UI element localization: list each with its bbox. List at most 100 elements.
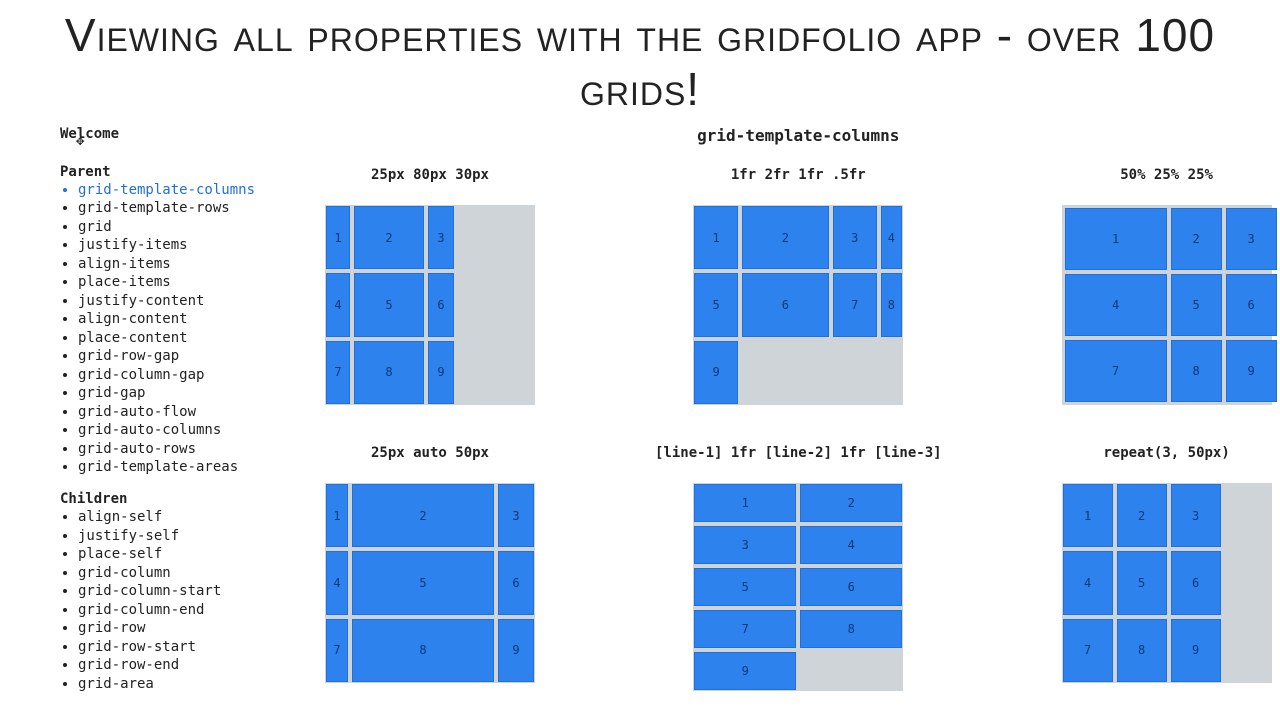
sidebar-item-place-content[interactable]: place-content [78,329,295,348]
grid-cell: 5 [352,551,494,614]
grid-cell: 4 [1065,274,1167,336]
sidebar-item-grid-row-gap[interactable]: grid-row-gap [78,348,295,367]
grid-cell: 4 [800,526,902,564]
sidebar-item-grid-column[interactable]: grid-column [78,564,295,583]
grid-cell: 8 [800,610,902,648]
grid-cell: 4 [326,273,350,336]
example-label: 25px 80px 30px [371,167,489,183]
grid-cell: 3 [1226,208,1277,270]
grid-cell: 6 [1226,274,1277,336]
grid-cell: 1 [694,484,796,522]
grid-cell: 5 [694,273,738,336]
sidebar-item-place-items[interactable]: place-items [78,274,295,293]
example-label: 1fr 2fr 1fr .5fr [731,167,866,183]
main-content: grid-template-columns 25px 80px 30px1234… [295,126,1272,708]
example-label: 50% 25% 25% [1120,167,1213,183]
sidebar-group-parent: Parent [60,164,295,182]
grid-cell: 1 [1063,484,1113,547]
grid-cell: 7 [833,273,877,336]
grid-cell: 1 [1065,208,1167,270]
grid-cell: 6 [1171,551,1221,614]
grid-cell: 3 [428,206,454,269]
sidebar-item-grid-template-rows[interactable]: grid-template-rows [78,200,295,219]
grid-cell: 9 [428,341,454,404]
grid-cell: 7 [694,610,796,648]
example-2: 50% 25% 25% 123456789 [1062,167,1272,405]
grid-cell: 4 [881,206,903,269]
example-0: 25px 80px 30px 123 456 789 [325,167,535,405]
sidebar-welcome[interactable]: Welcome [60,126,295,144]
grid-cell: 2 [1117,484,1167,547]
sidebar-item-align-self[interactable]: align-self [78,509,295,528]
example-3: 25px auto 50px123456789 [325,445,535,691]
sidebar-item-grid-column-end[interactable]: grid-column-end [78,601,295,620]
grid-cell: 1 [694,206,738,269]
grid-cell: 5 [1171,274,1222,336]
sidebar-item-grid-auto-flow[interactable]: grid-auto-flow [78,403,295,422]
sidebar-item-grid-row[interactable]: grid-row [78,620,295,639]
sidebar-item-justify-content[interactable]: justify-content [78,292,295,311]
grid-cell: 8 [354,341,424,404]
sidebar-item-grid-column-gap[interactable]: grid-column-gap [78,366,295,385]
sidebar-item-align-content[interactable]: align-content [78,311,295,330]
grid-cell: 1 [326,206,350,269]
grid-cell: 4 [326,551,348,614]
grid-cell: 3 [498,484,534,547]
example-5: repeat(3, 50px)123456789 [1062,445,1272,691]
sidebar-item-grid-row-end[interactable]: grid-row-end [78,657,295,676]
grid-cell: 9 [694,652,796,690]
grid-cell: 9 [694,341,738,404]
grid-cell: 6 [800,568,902,606]
page-title: Viewing all properties with the gridfoli… [0,0,1280,126]
sidebar-item-place-self[interactable]: place-self [78,546,295,565]
grid-cell: 1 [326,484,348,547]
example-label: [line-1] 1fr [line-2] 1fr [line-3] [655,445,942,461]
grid-cell: 3 [833,206,877,269]
grid-cell: 4 [1063,551,1113,614]
grid-cell: 8 [881,273,903,336]
grid-cell: 5 [694,568,796,606]
grid-cell: 7 [326,341,350,404]
sidebar-item-grid-row-start[interactable]: grid-row-start [78,638,295,657]
grid-cell: 6 [742,273,829,336]
sidebar-item-align-items[interactable]: align-items [78,255,295,274]
grid-cell: 6 [498,551,534,614]
sidebar-item-justify-items[interactable]: justify-items [78,237,295,256]
grid-demo: 123456789 [693,483,903,691]
example-label: 25px auto 50px [371,445,489,461]
grid-demo: 1234 5678 9 [693,205,903,405]
grid-cell: 8 [352,619,494,682]
grid-demo: 123456789 [1062,483,1272,683]
sidebar: Welcome Parent grid-template-columnsgrid… [60,126,295,708]
grid-cell: 8 [1117,619,1167,682]
sidebar-item-grid-gap[interactable]: grid-gap [78,385,295,404]
sidebar-item-grid-template-columns[interactable]: grid-template-columns [78,181,295,200]
grid-cell: 2 [354,206,424,269]
sidebar-item-grid-auto-rows[interactable]: grid-auto-rows [78,440,295,459]
grid-cell: 6 [428,273,454,336]
grid-cell: 5 [354,273,424,336]
grid-cell: 5 [1117,551,1167,614]
sidebar-item-grid-template-areas[interactable]: grid-template-areas [78,459,295,478]
sidebar-item-grid[interactable]: grid [78,218,295,237]
sidebar-item-grid-area[interactable]: grid-area [78,675,295,694]
sidebar-parent-list: grid-template-columnsgrid-template-rowsg… [60,181,295,477]
sidebar-item-grid-auto-columns[interactable]: grid-auto-columns [78,422,295,441]
sidebar-group-children: Children [60,491,295,509]
grid-demo: 123456789 [1062,205,1272,405]
grid-cell: 2 [1171,208,1222,270]
grid-demo: 123456789 [325,483,535,683]
grid-cell: 3 [694,526,796,564]
grid-demo: 123 456 789 [325,205,535,405]
grid-cell: 9 [1226,340,1277,402]
section-title: grid-template-columns [325,126,1272,145]
grid-cell: 7 [326,619,348,682]
grid-cell: 7 [1063,619,1113,682]
sidebar-item-grid-column-start[interactable]: grid-column-start [78,583,295,602]
sidebar-item-justify-self[interactable]: justify-self [78,527,295,546]
grid-cell: 3 [1171,484,1221,547]
example-1: 1fr 2fr 1fr .5fr 1234 5678 9 [655,167,942,405]
grid-cell: 2 [742,206,829,269]
grid-cell: 9 [498,619,534,682]
grid-cell: 7 [1065,340,1167,402]
